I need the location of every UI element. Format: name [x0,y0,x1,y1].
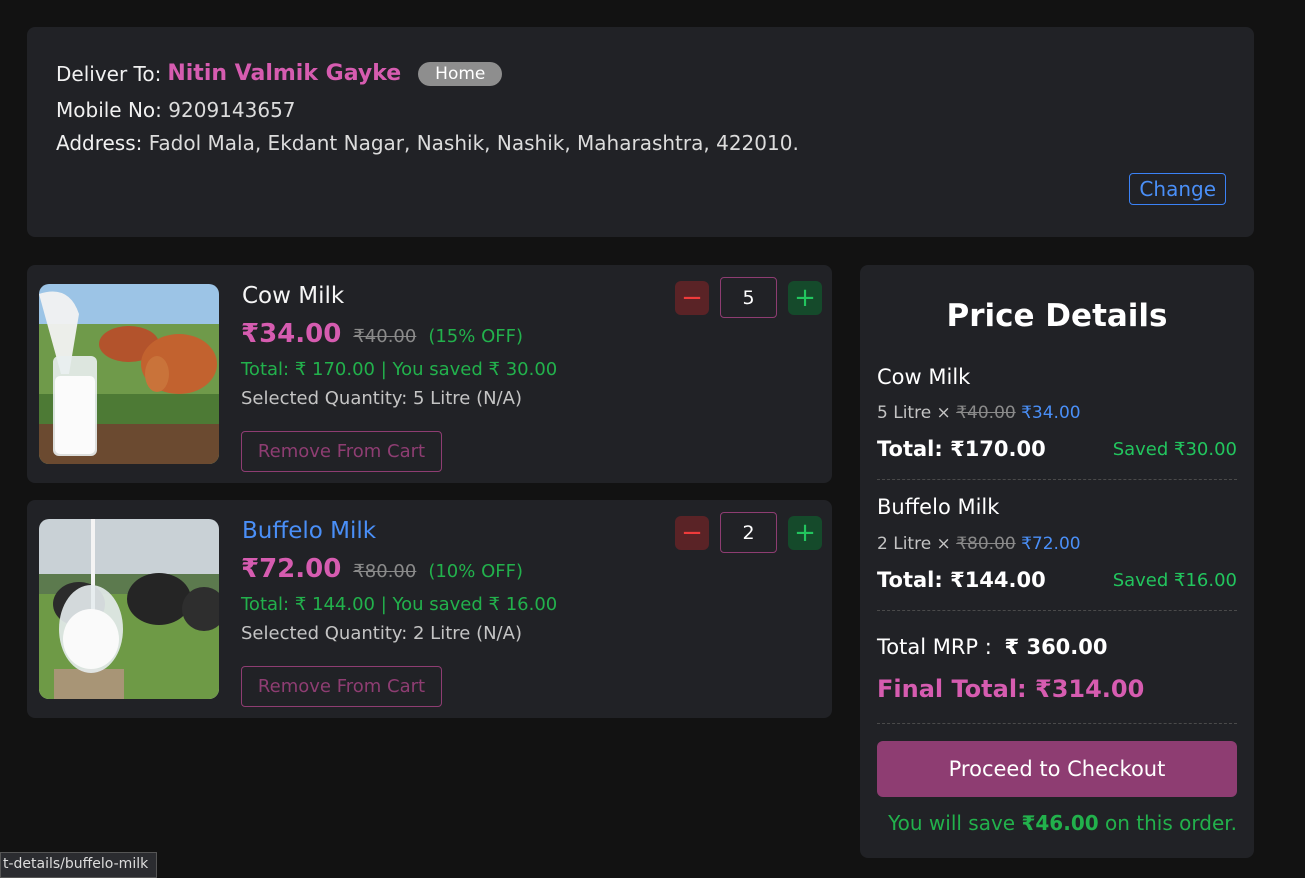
status-bar-url: t-details/buffelo-milk [0,852,158,878]
decrement-button[interactable]: − [675,515,709,550]
quantity-input[interactable] [720,512,777,553]
divider [877,479,1237,480]
mobile-number: 9209143657 [168,98,296,122]
quantity-stepper: − + [675,277,822,318]
savings-message: You will save ₹46.00 on this order. [888,811,1237,835]
remove-from-cart-button[interactable]: Remove From Cart [241,666,442,707]
increment-button[interactable]: + [788,515,822,550]
summary-item-calc: 5 Litre × ₹40.00 ₹34.00 [877,403,1081,423]
address-type-badge: Home [418,61,503,86]
original-price: ₹80.00 [353,561,417,582]
product-name[interactable]: Cow Milk [242,283,344,309]
item-total-savings: Total: ₹ 144.00 | You saved ₹ 16.00 [241,594,558,615]
summary-qty: 2 Litre × [877,534,951,554]
price-details-title: Price Details [946,298,1168,334]
recipient-name: Nitin Valmik Gayke [167,61,402,86]
selling-price: ₹72.00 [241,554,342,584]
summary-item-saved: Saved ₹16.00 [1112,570,1237,591]
summary-item-total: Total: ₹144.00 [877,568,1046,592]
cart-item: Cow Milk ₹34.00 ₹40.00 (15% OFF) Total: … [27,265,832,483]
discount-percent: (15% OFF) [428,326,523,347]
summary-qty: 5 Litre × [877,403,951,423]
change-address-button[interactable]: Change [1129,173,1226,205]
plus-icon: + [794,282,816,313]
save-amount: ₹46.00 [1021,811,1099,835]
address-text: Fadol Mala, Ekdant Nagar, Nashik, Nashik… [148,131,799,155]
delivery-address-card: Deliver To: Nitin Valmik Gayke Home Mobi… [27,27,1254,237]
save-suffix: on this order. [1105,811,1237,835]
deliver-to-row: Deliver To: Nitin Valmik Gayke Home [56,61,503,86]
plus-icon: + [794,517,816,548]
total-mrp: Total MRP : ₹ 360.00 [877,635,1108,659]
price-row: ₹72.00 ₹80.00 (10% OFF) [241,554,523,584]
summary-price: ₹72.00 [1021,534,1081,554]
price-details-card: Price Details Cow Milk 5 Litre × ₹40.00 … [860,265,1254,858]
deliver-to-label: Deliver To: [56,61,162,86]
remove-from-cart-button[interactable]: Remove From Cart [241,431,442,472]
product-name[interactable]: Buffelo Milk [242,518,376,544]
increment-button[interactable]: + [788,280,822,315]
summary-mrp: ₹40.00 [956,403,1016,423]
address-row: Address: Fadol Mala, Ekdant Nagar, Nashi… [56,131,799,155]
mobile-label: Mobile No: [56,98,162,122]
minus-icon: − [681,517,703,548]
quantity-input[interactable] [720,277,777,318]
minus-icon: − [681,282,703,313]
item-total-savings: Total: ₹ 170.00 | You saved ₹ 30.00 [241,359,558,380]
proceed-to-checkout-button[interactable]: Proceed to Checkout [877,741,1237,797]
discount-percent: (10% OFF) [428,561,523,582]
summary-item-saved: Saved ₹30.00 [1112,439,1237,460]
summary-price: ₹34.00 [1021,403,1081,423]
original-price: ₹40.00 [353,326,417,347]
price-row: ₹34.00 ₹40.00 (15% OFF) [241,319,523,349]
selected-quantity: Selected Quantity: 2 Litre (N/A) [241,623,522,644]
quantity-stepper: − + [675,512,822,553]
selected-quantity: Selected Quantity: 5 Litre (N/A) [241,388,522,409]
address-label: Address: [56,131,143,155]
selling-price: ₹34.00 [241,319,342,349]
total-mrp-value: ₹ 360.00 [1004,635,1108,659]
summary-mrp: ₹80.00 [956,534,1016,554]
summary-item-name: Buffelo Milk [877,495,1000,519]
decrement-button[interactable]: − [675,280,709,315]
divider [877,610,1237,611]
save-prefix: You will save [888,811,1016,835]
summary-item-total: Total: ₹170.00 [877,437,1046,461]
cart-item: Buffelo Milk ₹72.00 ₹80.00 (10% OFF) Tot… [27,500,832,718]
buffelo-milk-image[interactable] [39,519,219,699]
cow-milk-image[interactable] [39,284,219,464]
divider [877,723,1237,724]
summary-item-name: Cow Milk [877,365,971,389]
total-mrp-label: Total MRP : [877,635,992,659]
mobile-row: Mobile No: 9209143657 [56,98,296,122]
summary-item-calc: 2 Litre × ₹80.00 ₹72.00 [877,534,1081,554]
final-total: Final Total: ₹314.00 [877,675,1145,703]
